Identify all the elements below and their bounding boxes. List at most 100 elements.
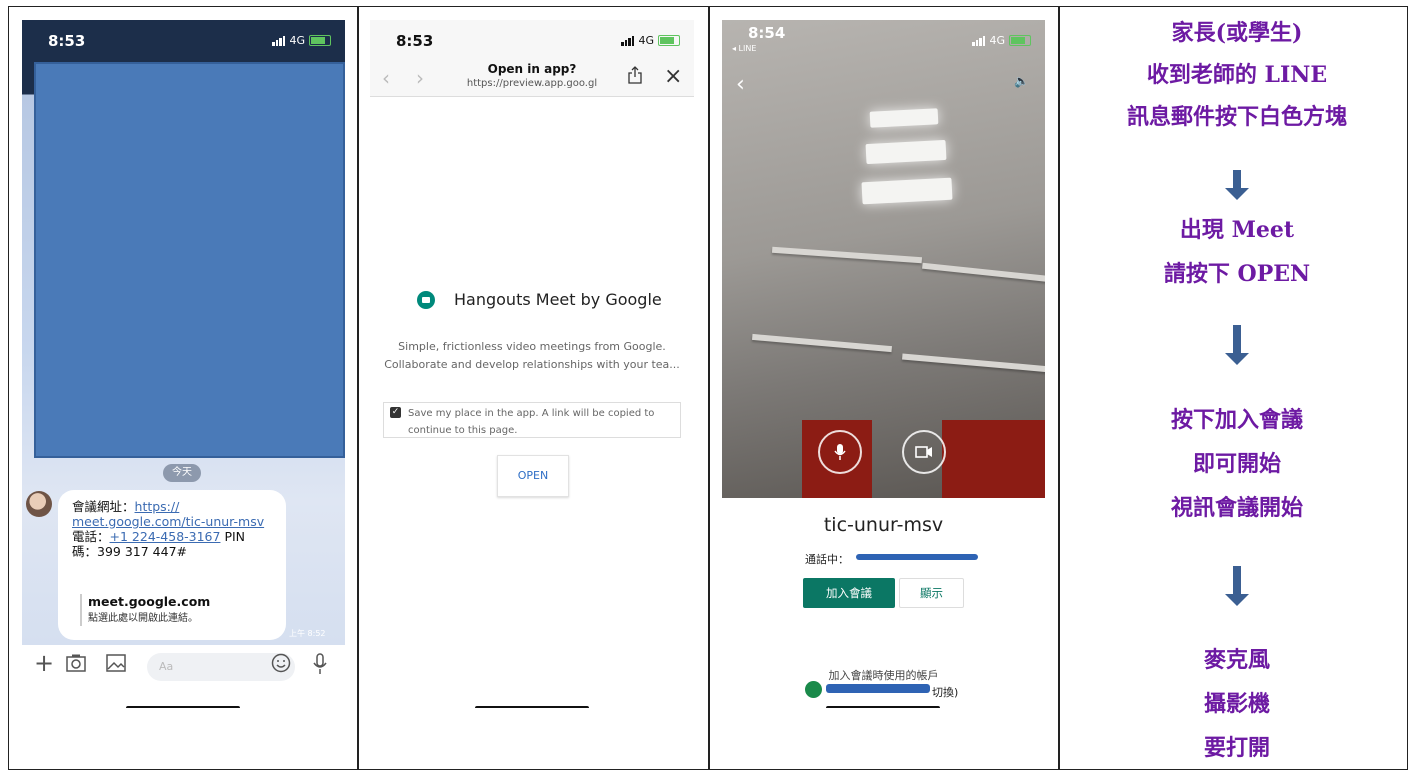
ceiling-light	[865, 139, 947, 165]
hangouts-meet-icon	[417, 291, 435, 309]
instruction-line: 麥克風	[1203, 647, 1270, 673]
instruction-line: 按下加入會議	[1170, 407, 1303, 433]
avatar[interactable]	[26, 491, 52, 517]
home-indicator	[475, 706, 589, 708]
instruction-step-4: 麥克風 攝影機 要打開	[1072, 638, 1402, 770]
description-line: Simple, frictionless video meetings from…	[398, 340, 666, 353]
save-place-text: Save my place in the app. A link will be…	[408, 405, 654, 439]
column-divider	[357, 6, 359, 770]
in-call-label: 通話中：	[805, 553, 849, 566]
ceiling-light	[861, 177, 953, 205]
camera-button[interactable]	[902, 430, 946, 474]
instruction-line: 攝影機	[1203, 691, 1270, 717]
url-label: 會議網址：	[72, 499, 135, 514]
plus-icon[interactable]: +	[34, 649, 54, 677]
ceiling-beam	[752, 333, 892, 353]
instruction-line: 出現 Meet	[1179, 217, 1295, 243]
instruction-line: 收到老師的 LINE	[1146, 62, 1328, 88]
ceiling-beam	[902, 353, 1045, 373]
message-timestamp: 上午 8:52	[289, 629, 326, 638]
status-bar: 8:53 4G	[22, 20, 345, 64]
meeting-link-part2[interactable]: meet.google.com/tic-unur-msv	[72, 514, 264, 529]
ceiling-beam	[771, 246, 923, 264]
browser-nav-bar: ‹ › Open in app? https://preview.app.goo…	[370, 62, 694, 97]
share-icon[interactable]	[628, 66, 642, 89]
join-meeting-button[interactable]: 加入會議	[803, 578, 895, 608]
camera-icon[interactable]	[66, 653, 86, 677]
column-divider	[708, 6, 710, 770]
home-indicator	[126, 706, 240, 708]
date-separator: 今天	[163, 464, 201, 482]
microphone-button[interactable]	[818, 430, 862, 474]
instruction-line: 即可開始	[1192, 451, 1281, 477]
checkbox-checked-icon[interactable]: ✓	[390, 407, 401, 418]
back-to-line[interactable]: ◂ LINE	[732, 44, 756, 53]
instruction-line: 家長(或學生)	[1171, 20, 1303, 46]
status-time: 8:53	[48, 32, 86, 50]
save-text-line: continue to this page.	[408, 425, 518, 436]
battery-icon	[1009, 35, 1031, 46]
ceiling-light	[869, 108, 939, 128]
image-icon[interactable]	[106, 653, 126, 677]
open-in-app-screenshot: 8:53 4G ‹ › Open in app? https://preview…	[370, 20, 694, 708]
network-type: 4G	[289, 34, 305, 47]
app-title: Hangouts Meet by Google	[454, 290, 662, 309]
down-arrow-icon	[1225, 325, 1249, 365]
instruction-step-2: 出現 Meet 請按下 OPEN	[1072, 208, 1402, 296]
redacted-participants	[856, 554, 978, 560]
account-label: 加入會議時使用的帳戶	[828, 669, 939, 682]
back-chevron-icon[interactable]: ‹	[736, 72, 745, 97]
meeting-link-part1[interactable]: https://	[135, 499, 180, 514]
column-divider	[1058, 6, 1060, 770]
meet-join-screenshot: 8:54 4G ◂ LINE ‹ 🔈 tic-unur-msv 通話中： 加入會…	[722, 20, 1045, 708]
instruction-line: 要打開	[1203, 735, 1270, 761]
pin-label: PIN	[220, 529, 246, 544]
instruction-line: 請按下 OPEN	[1163, 261, 1311, 287]
status-time: 8:53	[396, 32, 434, 50]
present-button[interactable]: 顯示	[899, 578, 964, 608]
instruction-step-3: 按下加入會議 即可開始 視訊會議開始	[1072, 398, 1402, 530]
link-preview-subtitle: 點選此處以開啟此連結。	[88, 613, 198, 624]
meeting-code: tic-unur-msv	[823, 514, 944, 536]
open-button[interactable]: OPEN	[497, 455, 569, 497]
link-preview-title: meet.google.com	[88, 594, 211, 609]
signal-icon	[621, 35, 635, 46]
instruction-line: 訊息郵件按下白色方塊	[1126, 104, 1347, 130]
redacted-chat-area	[34, 62, 345, 458]
signal-icon	[272, 35, 286, 46]
switch-account-link[interactable]: 切換)	[932, 684, 958, 700]
status-bar: 8:53 4G	[370, 20, 694, 64]
down-arrow-icon	[1225, 170, 1249, 200]
down-arrow-icon	[1225, 566, 1249, 606]
network-indicator: 4G	[272, 34, 331, 47]
network-indicator: 4G	[972, 34, 1031, 47]
camera-preview: 8:54 4G ◂ LINE ‹ 🔈	[722, 20, 1045, 498]
emoji-icon[interactable]	[271, 653, 291, 678]
pin-code: 碼：399 317 447#	[72, 544, 187, 559]
signal-icon	[972, 35, 986, 46]
meeting-url-line: 會議網址：https://	[72, 499, 276, 514]
save-place-checkbox-row[interactable]: ✓ Save my place in the app. A link will …	[383, 402, 681, 438]
line-chat-screenshot: 8:53 4G 今天 會議網址：https:// meet.google.com…	[22, 20, 345, 708]
instruction-step-1: 家長(或學生) 收到老師的 LINE 訊息郵件按下白色方塊	[1072, 12, 1402, 138]
close-icon[interactable]: ×	[664, 64, 682, 89]
network-type: 4G	[989, 34, 1005, 47]
speaker-icon[interactable]: 🔈	[1014, 74, 1029, 88]
ceiling-beam	[922, 262, 1045, 284]
home-indicator	[826, 706, 940, 708]
network-type: 4G	[638, 34, 654, 47]
instruction-line: 視訊會議開始	[1170, 495, 1303, 521]
microphone-icon[interactable]	[312, 653, 328, 680]
network-indicator: 4G	[621, 34, 680, 47]
link-preview[interactable]: meet.google.com 點選此處以開啟此連結。	[80, 594, 278, 626]
battery-icon	[658, 35, 680, 46]
phone-link[interactable]: +1 224-458-3167	[110, 529, 221, 544]
nav-url: https://preview.app.goo.gl	[466, 78, 598, 89]
phone-line: 電話：+1 224-458-3167 PIN	[72, 529, 276, 544]
status-time: 8:54	[748, 24, 786, 42]
phone-label: 電話：	[72, 529, 110, 544]
message-bubble[interactable]: 會議網址：https:// meet.google.com/tic-unur-m…	[58, 490, 286, 640]
chat-input-bar: + Aa	[22, 645, 345, 687]
description-line: Collaborate and develop relationships wi…	[384, 358, 680, 371]
battery-icon	[309, 35, 331, 46]
